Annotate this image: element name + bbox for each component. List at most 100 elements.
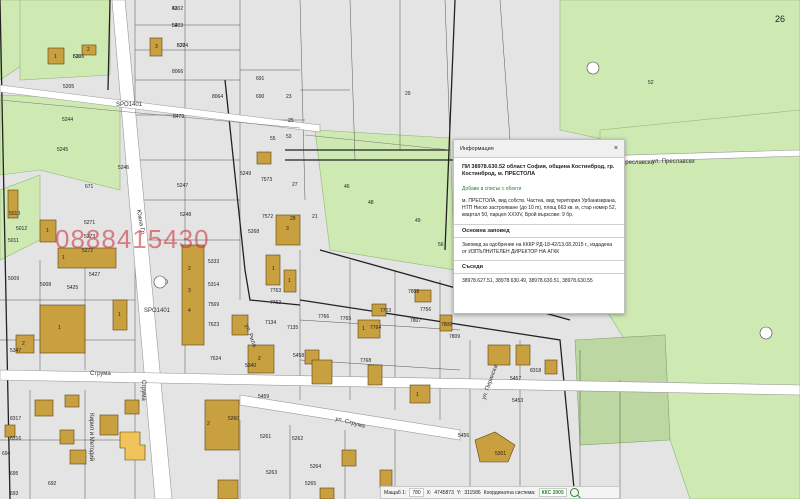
- parcel-number-label: 8318: [530, 368, 541, 374]
- building-number-label: 2: [258, 356, 261, 362]
- parcel-number-label: 5011: [8, 238, 19, 244]
- neighbors-text: 38978.627.51, 38978.630.49, 38978.630.51…: [462, 278, 593, 284]
- building-number-label: 2: [207, 421, 210, 427]
- parcel-number-label: 56: [438, 242, 444, 248]
- parcel-number-label: 5248: [180, 212, 191, 218]
- parcel-number-label: 21: [312, 214, 318, 220]
- parcel-number-label: 7623: [208, 322, 219, 328]
- parcel-number-label: 46: [344, 184, 350, 190]
- building-number-label: 2: [188, 266, 191, 272]
- road-name-label: Струма: [90, 371, 111, 377]
- parcel-number-label: 7766: [318, 314, 329, 320]
- parcel-number-label: 5458: [293, 353, 304, 359]
- parcel-number-label: 8066: [172, 69, 183, 75]
- status-bar: Мащаб 1: 780 X: 4745873 Y: 311586 Коорди…: [380, 486, 620, 499]
- building-number-label: 1: [362, 326, 365, 332]
- parcel-number-label: 5245: [57, 147, 68, 153]
- building-number-label: 4: [188, 308, 191, 314]
- building-number-label: 3: [155, 44, 158, 50]
- parcel-number-label: 5008: [40, 282, 51, 288]
- add-to-list-link[interactable]: Добави в списък с обекти: [462, 186, 616, 192]
- popup-header-title: Информация: [460, 145, 494, 152]
- parcel-number-label: 5249: [240, 171, 251, 177]
- order-text: Заповед за одобрение на КККР РД-18-42/13…: [462, 242, 613, 255]
- parcel-number-label: 5009: [8, 276, 19, 282]
- parcel-number-label: 29: [405, 91, 411, 97]
- parcel-number-label: 5260: [228, 416, 239, 422]
- parcel-number-label: 7809: [449, 334, 460, 340]
- parcel-number-label: 5263: [266, 470, 277, 476]
- building-number-label: 3: [188, 288, 191, 294]
- building-number-label: 1: [46, 228, 49, 234]
- building-number-label: 1: [58, 325, 61, 331]
- y-value: 311586: [464, 489, 481, 496]
- parcel-number-label: 5425: [67, 285, 78, 291]
- x-value: 4745873: [434, 489, 454, 496]
- cadastral-map[interactable]: 5202520352045206520580665244806484795245…: [0, 0, 800, 499]
- road-name-label: SPO1401: [144, 308, 171, 314]
- building-number-label: 1: [62, 255, 65, 261]
- parcel-number-label: 7808: [408, 289, 419, 295]
- parcel-number-label: 690: [256, 94, 265, 100]
- parcel-number-label: 5262: [292, 436, 303, 442]
- parcel-number-label: 8317: [10, 416, 21, 422]
- building-number-label: 2: [87, 47, 90, 53]
- watermark-text: 0888415430: [55, 224, 210, 254]
- parcel-number-label: 5453: [512, 398, 523, 404]
- parcel-number-label: 693: [10, 491, 19, 497]
- parcel-number-label: 7569: [208, 302, 219, 308]
- scale-label: Мащаб 1:: [384, 489, 407, 496]
- parcel-number-label: 5265: [305, 481, 316, 487]
- parcel-number-label: 671: [85, 184, 94, 190]
- parcel-number-label: 694: [2, 451, 11, 457]
- parcel-number-label: 54: [172, 23, 178, 29]
- parcel-number-label: 8316: [10, 436, 21, 442]
- parcel-number-label: 7134: [265, 320, 276, 326]
- parcel-title: ПИ 38978.630.52 област София, община Кос…: [462, 164, 615, 177]
- parcel-number-label: 7756: [420, 307, 431, 313]
- section-order-heading: Основна заповед: [454, 224, 624, 238]
- parcel-number-label: 5261: [260, 434, 271, 440]
- parcel-number-label: 49: [415, 218, 421, 224]
- parcel-number-label: 7572: [262, 214, 273, 220]
- parcel-number-label: 5246: [118, 165, 129, 171]
- parcel-number-label: 5340: [245, 363, 256, 369]
- parcel-number-label: 695: [10, 471, 19, 477]
- building-number-label: 1: [416, 392, 419, 398]
- parcel-number-label: 7573: [261, 177, 272, 183]
- section-neighbors-heading: Съседи: [454, 260, 624, 274]
- scale-input[interactable]: 780: [409, 488, 424, 497]
- parcel-number-label: 7764: [370, 325, 381, 331]
- building-number-label: 1: [54, 54, 57, 60]
- building-number-label: 1: [288, 278, 291, 284]
- close-icon[interactable]: ×: [614, 145, 618, 152]
- parcel-number-label: 7135: [287, 325, 298, 331]
- building-number-label: 1: [118, 312, 121, 318]
- crs-select[interactable]: ККС 2005: [538, 488, 567, 497]
- parcel-number-label: 692: [48, 481, 57, 487]
- parcel-number-label: 630: [73, 54, 82, 60]
- parcel-number-label: 691: [256, 76, 265, 82]
- parcel-number-label: 7806: [441, 322, 452, 328]
- popup-body: ПИ 38978.630.52 област София, община Кос…: [454, 158, 624, 295]
- popup-header: Информация ×: [454, 140, 624, 158]
- parcel-number-label: 8064: [212, 94, 223, 100]
- parcel-number-label: 5012: [16, 226, 27, 232]
- parcel-number-label: 5247: [177, 183, 188, 189]
- parcel-number-label: 48: [368, 200, 374, 206]
- parcel-number-label: 27: [292, 182, 298, 188]
- building-number-label: 2: [22, 341, 25, 347]
- parcel-number-label: 5459: [258, 394, 269, 400]
- parcel-number-label: 43: [172, 6, 178, 12]
- road-name-label: Кирил и Методий: [88, 413, 95, 461]
- info-popup: Информация × ПИ 38978.630.52 област Софи…: [453, 139, 625, 314]
- parcel-number-label: 7624: [210, 356, 221, 362]
- parcel-number-label: 5457: [510, 376, 521, 382]
- building-number-label: 3: [286, 226, 289, 232]
- corner-number: 26: [775, 14, 785, 24]
- parcel-number-label: 5347: [10, 348, 21, 354]
- parcel-number-label: 5314: [208, 282, 219, 288]
- search-icon[interactable]: [569, 488, 579, 497]
- parcel-number-label: 7768: [360, 358, 371, 364]
- road-name-label: SPO1401: [116, 102, 143, 108]
